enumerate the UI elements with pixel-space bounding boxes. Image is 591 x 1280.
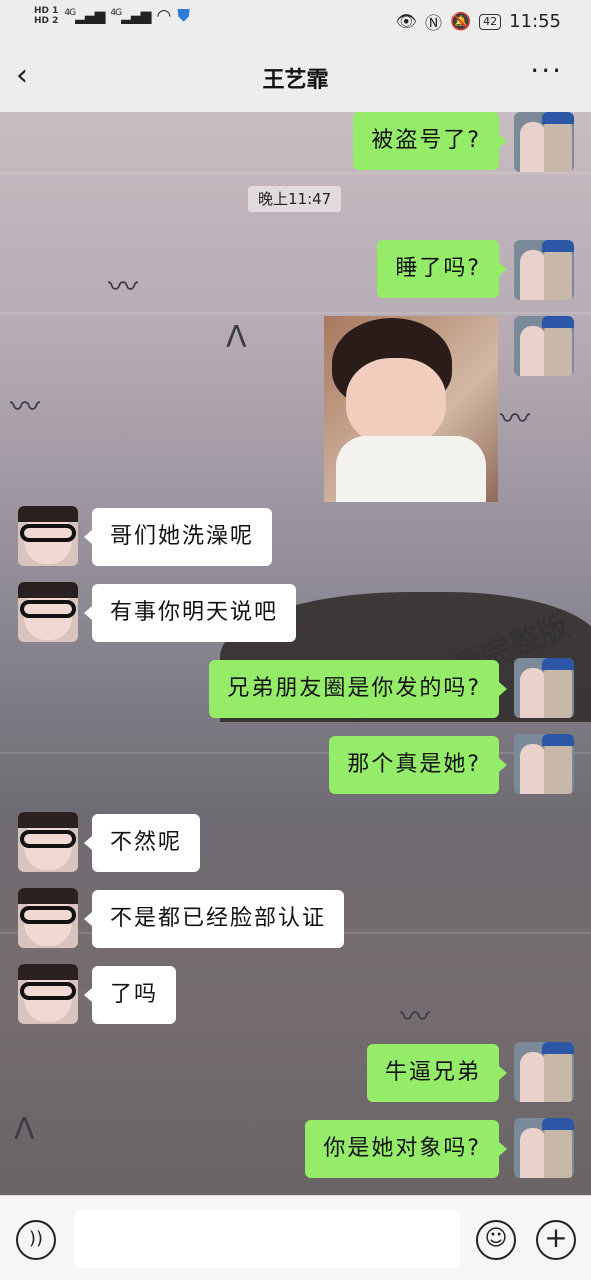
- more-options-button[interactable]: ···: [530, 54, 563, 87]
- voice-icon[interactable]: )): [16, 1220, 56, 1260]
- outgoing-bubble[interactable]: 你是她对象吗?: [305, 1120, 507, 1178]
- message-input[interactable]: [74, 1210, 460, 1268]
- my-avatar[interactable]: [514, 1118, 574, 1178]
- outgoing-bubble[interactable]: 被盗号了?: [353, 112, 507, 170]
- bird-icon: 〰: [10, 390, 40, 425]
- status-bar: HD 1 HD 2 4G▂▄▆ 4G▂▄▆ ◠ ⛊ 👁 Ⓝ 🔕 42 11:55: [0, 0, 591, 42]
- hd-indicator-2: HD 2: [34, 16, 59, 26]
- incoming-bubble[interactable]: 哥们她洗澡呢: [83, 508, 273, 566]
- incoming-bubble[interactable]: 不是都已经脸部认证: [83, 890, 345, 948]
- sticker-image[interactable]: [324, 316, 498, 502]
- my-avatar[interactable]: [514, 734, 574, 794]
- bird-icon: 〰: [108, 270, 138, 305]
- emoji-icon[interactable]: ☺: [476, 1220, 516, 1260]
- outgoing-bubble[interactable]: 那个真是她?: [329, 736, 507, 794]
- status-left: HD 1 HD 2 4G▂▄▆ 4G▂▄▆ ◠ ⛊: [34, 6, 190, 26]
- outgoing-bubble[interactable]: 牛逼兄弟: [366, 1044, 508, 1102]
- my-avatar[interactable]: [514, 112, 574, 172]
- signal-icon-2: 4G▂▄▆: [110, 7, 151, 25]
- outgoing-bubble[interactable]: 睡了吗?: [377, 240, 507, 298]
- status-time: 11:55: [509, 11, 561, 32]
- incoming-bubble[interactable]: 有事你明天说吧: [83, 584, 297, 642]
- incoming-bubble[interactable]: 不然呢: [83, 814, 201, 872]
- incoming-bubble[interactable]: 了吗: [83, 966, 177, 1024]
- shield-icon: ⛊: [177, 6, 191, 26]
- bird-icon: 〰: [500, 402, 530, 437]
- hd-indicators: HD 1 HD 2: [34, 6, 58, 26]
- my-avatar[interactable]: [514, 240, 574, 300]
- background-decoration: [0, 312, 591, 314]
- input-bar: )) ☺ +: [0, 1195, 591, 1280]
- bird-icon: 〰: [400, 1000, 430, 1035]
- message-timestamp: 晚上11:47: [248, 186, 342, 212]
- status-right: 👁 Ⓝ 🔕 42 11:55: [395, 9, 561, 34]
- my-avatar[interactable]: [514, 316, 574, 376]
- signal-icon-1: 4G▂▄▆: [64, 7, 105, 25]
- battery-indicator: 42: [479, 13, 502, 30]
- chat-header: ‹ 王艺霏 ···: [0, 42, 591, 112]
- bird-icon: ᐱ: [14, 1112, 35, 1147]
- eye-icon: 👁: [395, 11, 417, 32]
- nfc-icon: Ⓝ: [424, 14, 442, 34]
- contact-avatar[interactable]: [18, 506, 78, 566]
- contact-avatar[interactable]: [18, 582, 78, 642]
- mute-icon: 🔕: [449, 11, 472, 32]
- chat-area[interactable]: 〰 ᐱ 〰 〰 〰 ᐱ 155.hn看完整版 晚上11:47 被盗号了? 睡了吗…: [0, 112, 591, 1195]
- outgoing-bubble[interactable]: 兄弟朋友圈是你发的吗?: [209, 660, 507, 718]
- background-decoration: [0, 752, 591, 754]
- hd-indicator-1: HD 1: [34, 6, 59, 16]
- wifi-icon: ◠: [156, 6, 172, 26]
- my-avatar[interactable]: [514, 1042, 574, 1102]
- contact-avatar[interactable]: [18, 964, 78, 1024]
- contact-avatar[interactable]: [18, 888, 78, 948]
- background-decoration: [0, 172, 591, 174]
- chat-title: 王艺霏: [262, 68, 329, 93]
- contact-avatar[interactable]: [18, 812, 78, 872]
- my-avatar[interactable]: [514, 658, 574, 718]
- bird-icon: ᐱ: [226, 320, 247, 355]
- plus-icon[interactable]: +: [536, 1220, 576, 1260]
